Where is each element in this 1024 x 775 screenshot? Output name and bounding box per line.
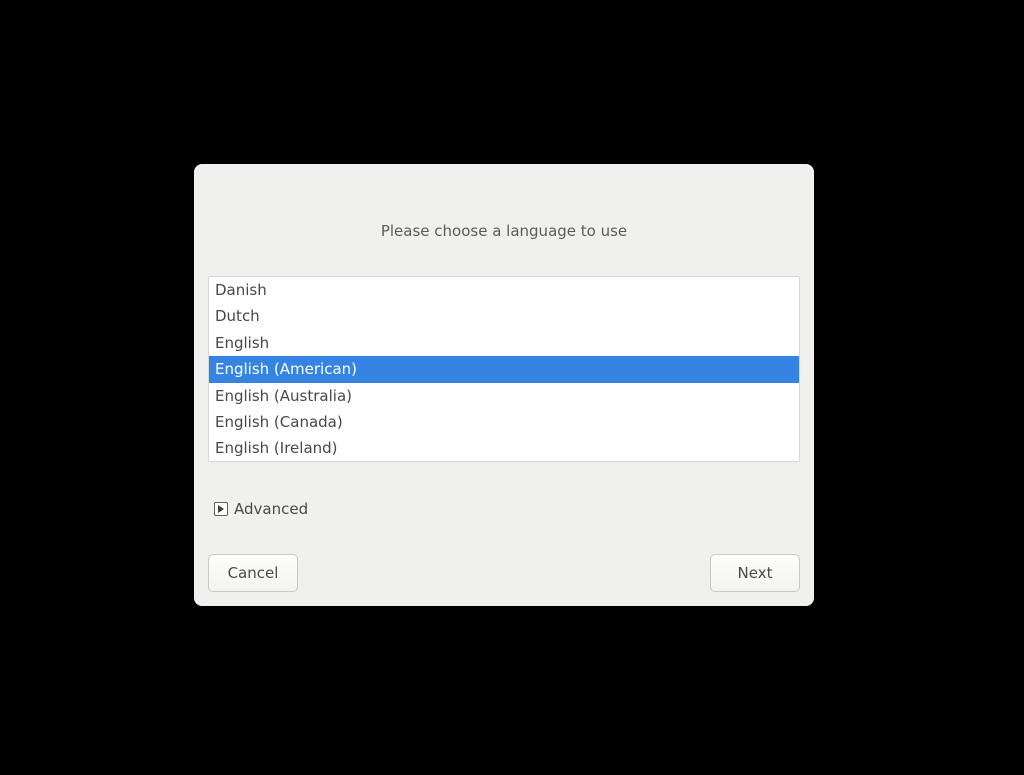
dialog-button-row: Cancel Next [206, 554, 802, 594]
next-button[interactable]: Next [710, 554, 800, 592]
list-item[interactable]: English (American) [209, 356, 799, 382]
cancel-button[interactable]: Cancel [208, 554, 298, 592]
language-listbox[interactable]: Danish Dutch English English (American) … [208, 276, 800, 462]
dialog-prompt: Please choose a language to use [206, 222, 802, 240]
advanced-label: Advanced [234, 500, 308, 518]
list-item[interactable]: English (Canada) [209, 409, 799, 435]
list-item[interactable]: English (Australia) [209, 383, 799, 409]
list-item[interactable]: Dutch [209, 303, 799, 329]
advanced-toggle[interactable]: Advanced [214, 500, 308, 518]
disclosure-triangle-icon [214, 502, 228, 516]
list-item[interactable]: English (Ireland) [209, 435, 799, 461]
language-dialog: Please choose a language to use Danish D… [194, 164, 814, 606]
list-item[interactable]: Danish [209, 277, 799, 303]
list-item[interactable]: English [209, 330, 799, 356]
